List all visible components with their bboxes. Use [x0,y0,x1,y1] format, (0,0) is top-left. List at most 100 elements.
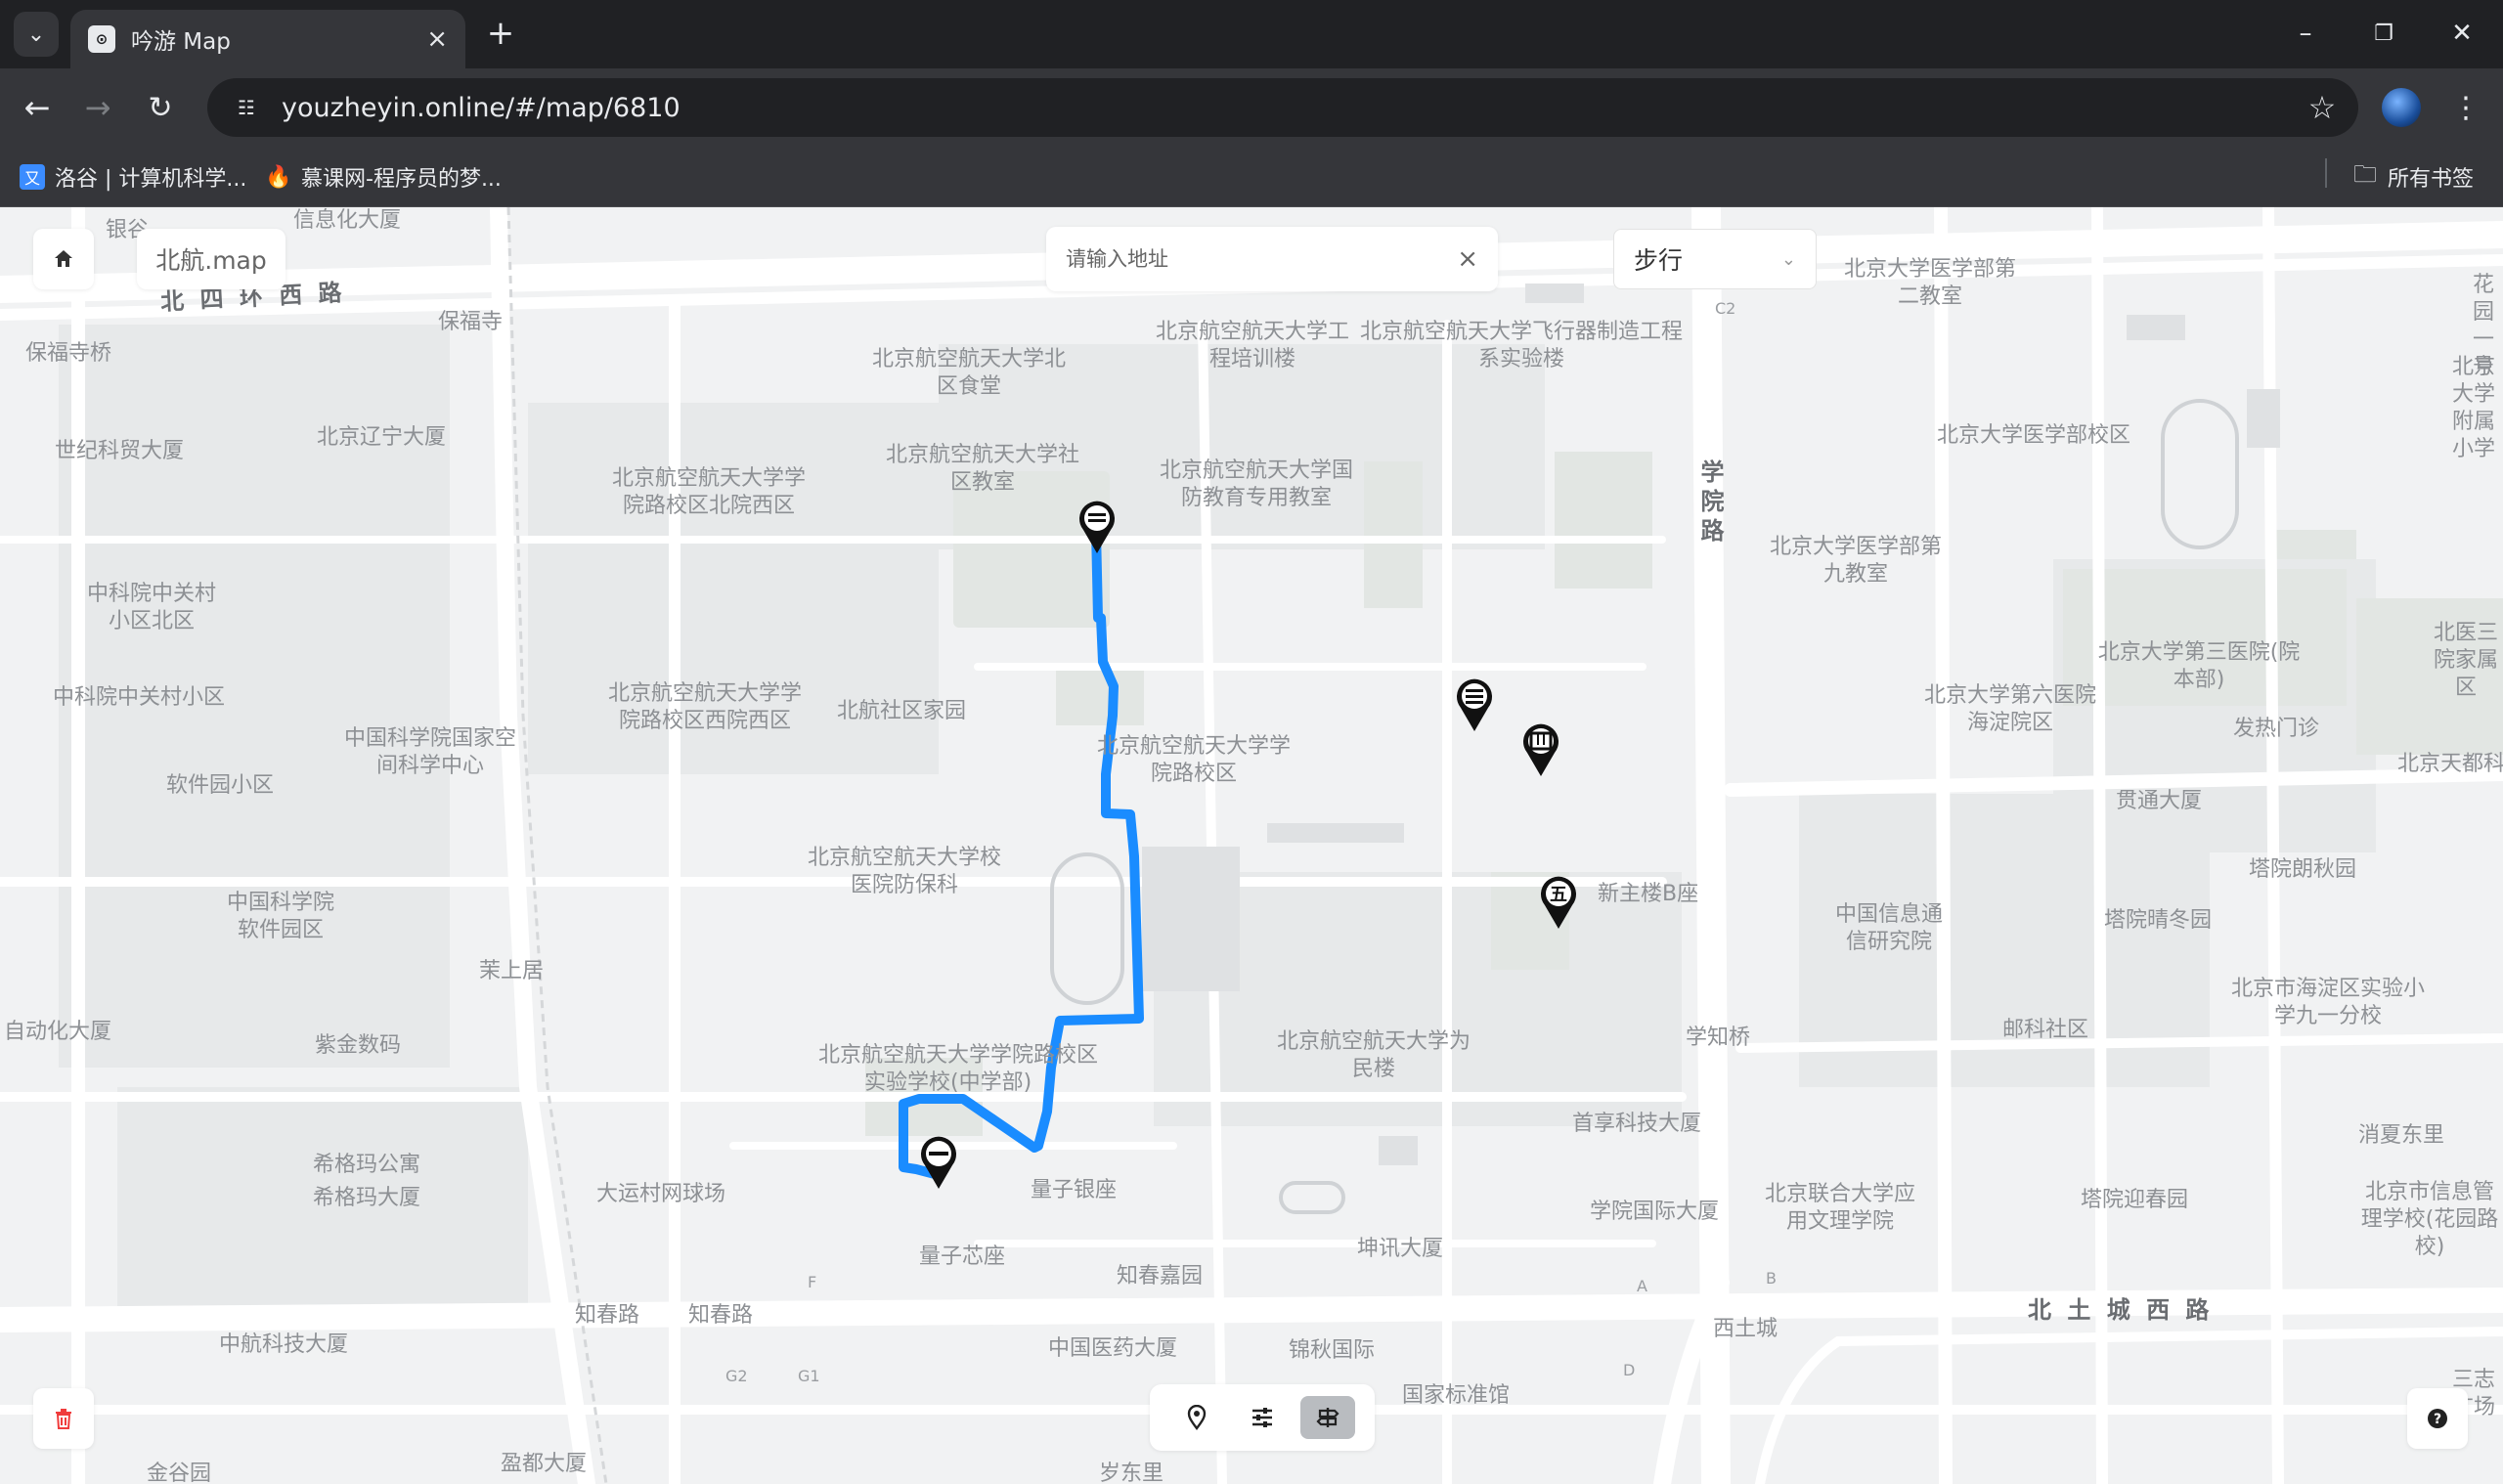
site-info-icon[interactable]: ☷ [229,90,264,125]
place-label: 学院国际大厦 [1590,1200,1720,1224]
home-button[interactable] [33,229,94,289]
clear-icon[interactable]: × [1457,244,1478,274]
address-bar[interactable]: ☷ youzheyin.online/#/map/6810 ☆ [207,78,2358,137]
forward-button[interactable]: → [76,86,119,129]
location-button[interactable] [1169,1396,1224,1439]
place-label: 量子芯座 [919,1244,1006,1269]
place-label: 北京大学医学部第九教室 [1769,535,1942,587]
place-label: 北京天都科 [2397,752,2503,776]
tab-title: 吟游 Map [131,29,231,55]
place-label: 金谷园 [147,1462,212,1484]
help-icon: ? [2428,1409,2447,1428]
browser-toolbar: ← → ↻ ☷ youzheyin.online/#/map/6810 ☆ ⋮ [0,68,2503,147]
clear-route-button[interactable] [33,1388,94,1449]
location-pin-icon [1187,1405,1206,1430]
waypoint-marker-4[interactable] [1519,720,1562,778]
filter-button[interactable] [1235,1396,1290,1439]
map-brand-label: 北航.map [137,229,285,289]
place-label: 中国信息通信研究院 [1834,902,1943,954]
map-code: G1 [798,1367,820,1385]
map-code: G2 [725,1367,748,1385]
profile-avatar[interactable] [2382,88,2421,127]
route-end-marker[interactable] [917,1132,960,1191]
travel-mode-value: 步行 [1634,246,1684,275]
svg-text:?: ? [2434,1412,2441,1427]
place-label: 北京大学医学部校区 [1936,423,2130,448]
place-label: 国家标准馆 [1402,1383,1511,1408]
place-label: 北京航空航天大学工程培训楼 [1155,320,1349,371]
place-label: 保福寺 [438,310,504,334]
map-code: C2 [1715,299,1736,318]
luogu-icon: 又 [20,164,45,190]
place-label: 坤讯大厦 [1357,1237,1444,1261]
route-start-marker[interactable] [1076,497,1119,555]
place-label: 北京市信息管理学校(花园路校) [2360,1180,2499,1259]
restore-button[interactable]: ❐ [2362,14,2405,53]
all-bookmarks[interactable]: 🗀 所有书签 [2352,160,2474,194]
place-label: 北京航空航天大学学院路校区 [1096,734,1291,786]
imooc-flame-icon: 🔥 [265,164,292,190]
map-code: D [1623,1361,1636,1379]
waypoint-marker-5[interactable]: 五 [1537,872,1580,931]
map-code: F [808,1273,817,1291]
bookmark-luogu[interactable]: 又 洛谷 | 计算机科学... [20,160,246,194]
bookmark-label: 洛谷 | 计算机科学... [55,167,247,192]
place-label: 量子银座 [1031,1178,1118,1202]
place-label: 紫金数码 [315,1033,402,1058]
place-label: 中科院中关村小区北区 [86,582,216,633]
travel-mode-select[interactable]: 步行 ⌄ [1613,229,1817,289]
bookmark-label: 慕课网-程序员的梦... [301,167,502,192]
address-input[interactable] [1066,247,1458,271]
back-button[interactable]: ← [16,86,59,129]
place-label: 中国科学院国家空间科学中心 [343,726,516,778]
new-tab-button[interactable]: + [481,14,520,53]
place-label: 北京航空航天大学校医院防保科 [807,846,1001,897]
active-tab[interactable]: ⊙ 吟游 Map × [70,10,465,68]
svg-text:五: 五 [1550,885,1567,905]
place-label: 中航科技大厦 [219,1332,349,1357]
marker-label: 新主楼B座 [1598,882,1699,906]
place-label: 花园一号 [2472,273,2494,379]
place-label: 贯通大厦 [2116,789,2203,813]
place-label: 希格玛公寓 [313,1153,421,1177]
place-label: 消夏东里 [2358,1123,2445,1148]
help-button[interactable]: ? [2407,1388,2468,1449]
place-label: 北京航空航天大学为民楼 [1276,1029,1471,1081]
place-label: 知春嘉园 [1117,1264,1204,1288]
place-label: 北京航空航天大学学院路校区北院西区 [611,466,806,518]
place-label: 北航社区家园 [837,699,967,723]
place-label: 北京航空航天大学学院路校区西院西区 [607,681,802,733]
all-bookmarks-label: 所有书签 [2388,167,2475,192]
route-button[interactable] [1300,1396,1356,1439]
road-label-zhichun-2: 知春路 [688,1303,754,1328]
place-label: 中国科学院软件园区 [227,891,335,942]
place-label: 希格玛大厦 [313,1186,421,1210]
road-label-zhichun: 知春路 [575,1303,640,1328]
map-tool-bar [1150,1384,1375,1451]
tab-strip: ⌄ ⊙ 吟游 Map × + – ❐ ✕ [0,0,2503,68]
chevron-down-icon: ⌄ [26,22,46,47]
place-label: 北京联合大学应用文理学院 [1764,1182,1915,1234]
site-favicon-icon: ⊙ [88,25,115,53]
place-label: 塔院晴冬园 [2104,908,2213,933]
tab-search-button[interactable]: ⌄ [14,12,59,57]
browser-menu-icon[interactable]: ⋮ [2444,86,2487,129]
minimize-button[interactable]: – [2284,14,2327,53]
bookmark-imooc[interactable]: 🔥 慕课网-程序员的梦... [265,160,502,194]
close-tab-icon[interactable]: × [426,24,448,54]
place-label: 岁东里 [1099,1462,1164,1484]
place-label: 西土城 [1713,1317,1778,1341]
route-signpost-icon [1316,1408,1339,1427]
bookmark-star-icon[interactable]: ☆ [2298,89,2347,126]
place-label: 北京市海淀区实验小学九一分校 [2230,977,2425,1028]
map-code: A [1637,1277,1647,1295]
map-code: B [1766,1269,1777,1288]
map-canvas[interactable]: 北 四 环 西 路 学院路 北 土 城 西 路 知春路 知春路 银谷 信息化大厦… [0,207,2503,1484]
place-label: 学知桥 [1686,1026,1751,1050]
close-window-button[interactable]: ✕ [2440,14,2483,53]
waypoint-marker-3[interactable] [1453,675,1496,733]
url-text[interactable]: youzheyin.online/#/map/6810 [282,93,2298,123]
place-label: 实验学校(中学部) [864,1070,1032,1095]
reload-button[interactable]: ↻ [139,86,182,129]
place-label: 塔院迎春园 [2081,1188,2189,1212]
